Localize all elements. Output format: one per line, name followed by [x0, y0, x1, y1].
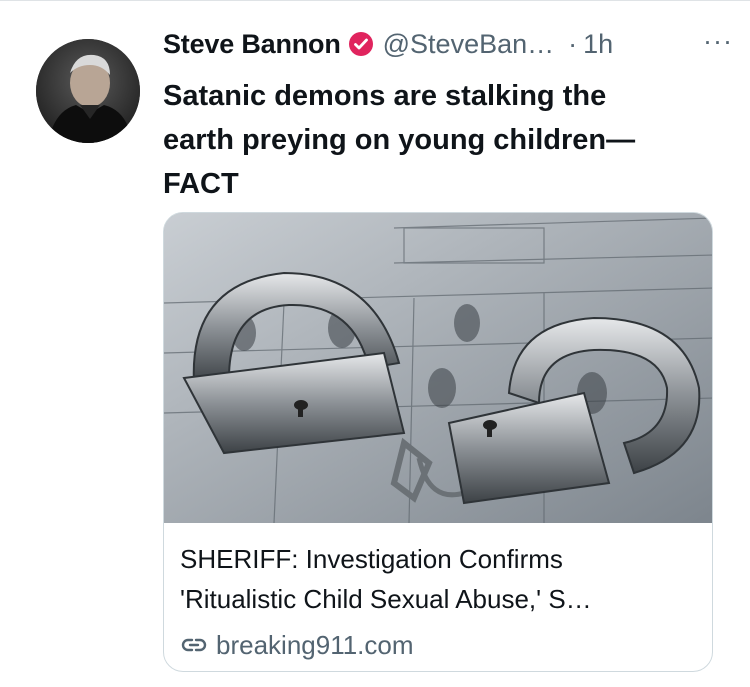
link-icon	[181, 638, 207, 652]
card-image[interactable]	[164, 213, 712, 523]
separator-dot: ·	[568, 28, 578, 59]
avatar[interactable]	[36, 39, 140, 143]
link-card[interactable]: SHERIFF: Investigation Confirms 'Rituali…	[163, 212, 713, 672]
tweet-header: Steve Bannon @SteveBan… · 1h ···	[163, 24, 733, 64]
top-divider	[0, 0, 750, 1]
timestamp[interactable]: 1h	[583, 29, 613, 60]
author-name[interactable]: Steve Bannon	[163, 29, 341, 60]
author-handle[interactable]: @SteveBan…	[383, 29, 555, 60]
tweet-text: Satanic demons are stalking the earth pr…	[163, 80, 636, 200]
card-domain-text[interactable]: breaking911.com	[216, 630, 414, 661]
card-title[interactable]: SHERIFF: Investigation Confirms 'Rituali…	[180, 539, 700, 619]
verified-badge-icon	[348, 31, 374, 57]
more-options-icon[interactable]: ···	[703, 26, 733, 57]
card-domain[interactable]: breaking911.com	[180, 625, 414, 665]
